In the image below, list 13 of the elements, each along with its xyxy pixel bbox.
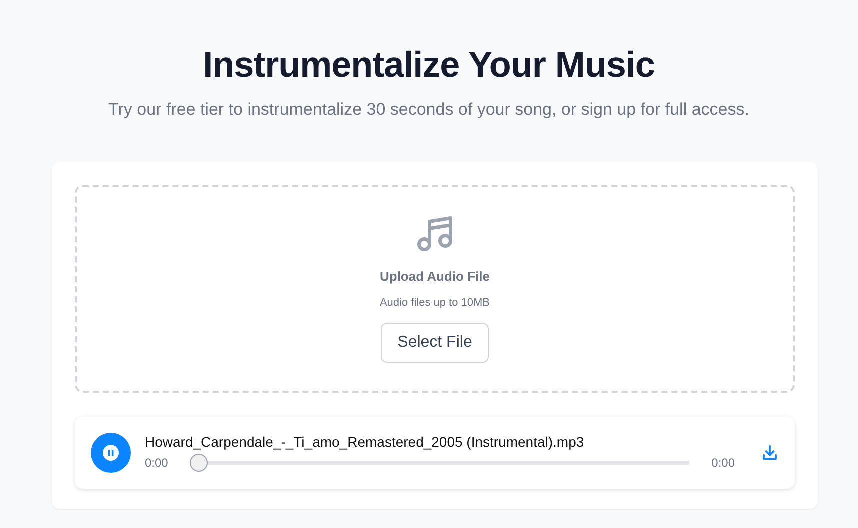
current-time: 0:00 — [145, 456, 168, 470]
download-button[interactable] — [761, 444, 779, 462]
upload-hint: Audio files up to 10MB — [380, 297, 490, 309]
upload-title: Upload Audio File — [380, 269, 490, 284]
page-subtitle: Try our free tier to instrumentalize 30 seconds of your song, or sign up for full access. — [108, 100, 750, 120]
select-file-button[interactable]: Select File — [380, 323, 490, 363]
duration: 0:00 — [712, 456, 735, 470]
drop-zone[interactable]: Upload Audio File Audio files up to 10MB Select File — [75, 185, 795, 393]
file-name: Howard_Carpendale_-_Ti_amo_Remastered_2005 (Instrumental).mp3 — [145, 434, 586, 450]
pause-icon — [103, 445, 119, 461]
seek-thumb[interactable] — [190, 454, 208, 472]
page-title: Instrumentalize Your Music — [203, 44, 655, 86]
pause-button[interactable] — [91, 433, 131, 473]
